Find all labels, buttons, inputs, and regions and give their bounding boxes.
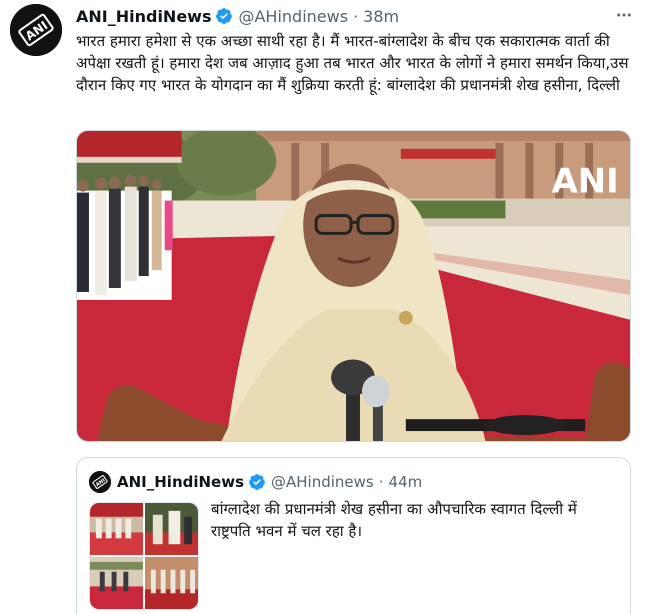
tweet-timestamp[interactable]: 38m bbox=[363, 7, 399, 26]
tweet-media-image[interactable]: ANI bbox=[76, 130, 631, 442]
quoted-author-display-name[interactable]: ANI_HindiNews bbox=[117, 473, 244, 491]
author-display-name[interactable]: ANI_HindiNews bbox=[76, 7, 211, 26]
header-separator: · bbox=[353, 6, 359, 26]
tweet-text: भारत हमारा हमेशा से एक अच्छा साथी रहा है… bbox=[76, 32, 629, 94]
quoted-author-handle[interactable]: @AHindinews bbox=[271, 473, 374, 491]
ellipsis-icon bbox=[617, 13, 631, 17]
ani-watermark: ANI bbox=[552, 162, 619, 201]
author-handle[interactable]: @AHindinews bbox=[238, 7, 348, 26]
author-avatar[interactable]: ANI bbox=[10, 4, 62, 56]
quoted-tweet[interactable]: ANI ANI_HindiNews @AHindinews · 44m बांग… bbox=[76, 457, 631, 614]
quoted-media-thumbnail[interactable] bbox=[89, 502, 199, 610]
quoted-tweet-text: बांग्लादेश की प्रधानमंत्री शेख हसीना का … bbox=[211, 500, 577, 540]
more-options-button[interactable] bbox=[612, 4, 636, 26]
quoted-author-avatar[interactable]: ANI bbox=[89, 471, 111, 493]
quoted-timestamp[interactable]: 44m bbox=[389, 473, 423, 491]
verified-badge-icon bbox=[248, 473, 266, 491]
verified-badge-icon bbox=[215, 7, 233, 25]
quoted-tweet-header: ANI_HindiNews @AHindinews · 44m bbox=[117, 470, 422, 494]
quoted-header-separator: · bbox=[378, 473, 384, 491]
tweet[interactable]: ANI ANI_HindiNews @AHindinews · 38m भारत… bbox=[0, 0, 661, 614]
tweet-header: ANI_HindiNews @AHindinews · 38m bbox=[76, 5, 399, 27]
